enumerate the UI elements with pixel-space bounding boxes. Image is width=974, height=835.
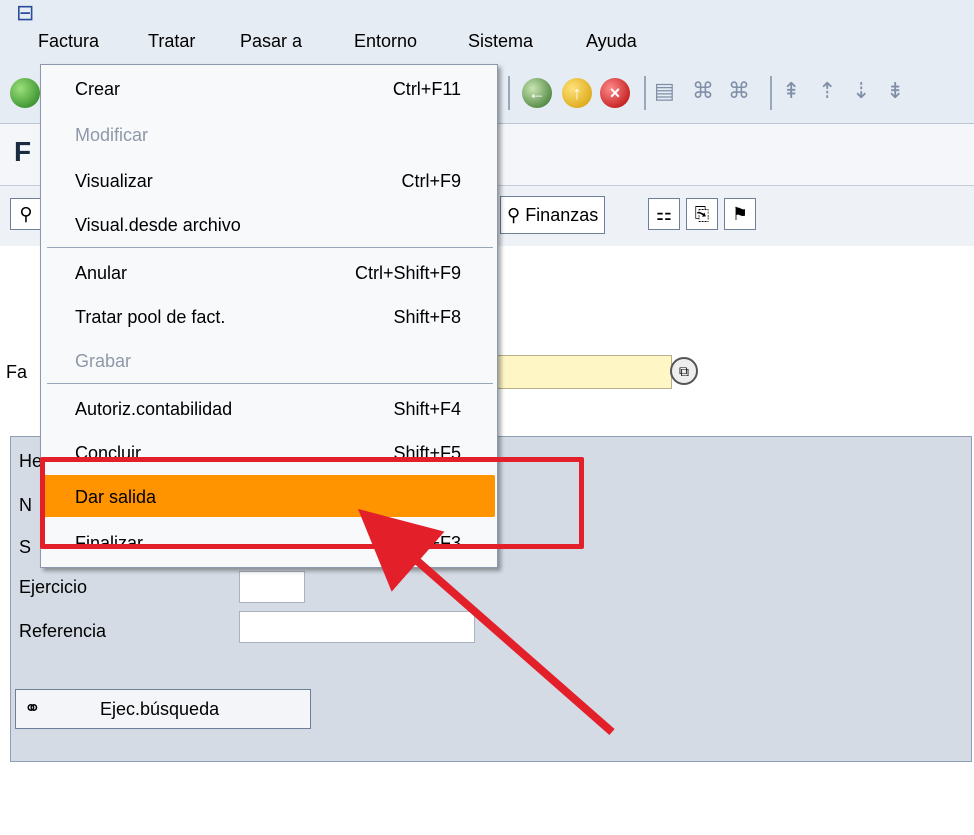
back-icon[interactable]: ←: [522, 78, 552, 108]
execute-search-label: Ejec.búsqueda: [100, 699, 220, 719]
menu-item-shortcut: Shift+F4: [393, 399, 461, 419]
menu-item-visual-desde-archivo[interactable]: Visual.desde archivo: [41, 205, 497, 243]
toolbar-separator: [508, 76, 510, 110]
menu-pasar-a[interactable]: Pasar a: [240, 31, 302, 52]
cancel-icon[interactable]: ×: [600, 78, 630, 108]
menu-item-grabar: Grabar: [41, 341, 497, 379]
menu-item-anular[interactable]: Anular Ctrl+Shift+F9: [41, 253, 497, 291]
search-help-icon[interactable]: ⧉: [670, 357, 698, 385]
enter-icon[interactable]: [10, 78, 40, 108]
find-icon[interactable]: ⌘: [692, 78, 714, 104]
print-icon[interactable]: ▤: [654, 78, 675, 104]
finanzas-label: Finanzas: [525, 205, 599, 225]
menu-item-label: Autoriz.contabilidad: [75, 399, 233, 419]
page-title: F: [14, 136, 32, 167]
toolbar-separator: [770, 76, 772, 110]
menu-item-visualizar[interactable]: Visualizar Ctrl+F9: [41, 161, 497, 199]
menu-ayuda[interactable]: Ayuda: [586, 31, 637, 52]
ejercicio-field[interactable]: [239, 571, 305, 603]
menu-item-tratar-pool[interactable]: Tratar pool de fact. Shift+F8: [41, 297, 497, 335]
selection-icon[interactable]: ⚲: [10, 198, 42, 230]
menu-item-shortcut: Shift+F8: [393, 307, 461, 327]
menu-sistema[interactable]: Sistema: [468, 31, 533, 52]
menu-item-shortcut: Ctrl+F9: [401, 171, 461, 191]
menu-item-label: Anular: [75, 263, 128, 283]
menu-entorno[interactable]: Entorno: [354, 31, 417, 52]
menu-factura[interactable]: Factura: [38, 31, 99, 52]
row-label-referencia: Referencia: [19, 621, 107, 641]
row-label-n: N: [19, 495, 32, 515]
menu-item-label: Crear: [75, 79, 121, 99]
copy-document-icon[interactable]: ⎘: [686, 198, 718, 230]
menu-item-label: Modificar: [75, 125, 149, 145]
document-flow-icon[interactable]: ⚏: [648, 198, 680, 230]
previous-page-icon[interactable]: ⇡: [818, 78, 836, 104]
group-header: He: [19, 451, 43, 471]
menu-item-shortcut: Ctrl+F11: [392, 79, 461, 99]
menu-separator: [47, 383, 493, 384]
menu-item-label: Visualizar: [75, 171, 153, 191]
menu-tratar[interactable]: Tratar: [148, 31, 195, 52]
menu-item-label: Visual.desde archivo: [75, 215, 241, 235]
finanzas-icon: ⚲: [507, 205, 526, 225]
annotation-highlight-box: [40, 457, 584, 549]
row-label-ejercicio: Ejercicio: [19, 577, 88, 597]
system-menu-icon[interactable]: ⊟: [16, 0, 34, 26]
find-next-icon[interactable]: ⌘: [728, 78, 750, 104]
referencia-field[interactable]: [239, 611, 475, 643]
menu-item-autoriz-contabilidad[interactable]: Autoriz.contabilidad Shift+F4: [41, 389, 497, 427]
menu-item-crear[interactable]: Crear Ctrl+F11: [41, 69, 497, 107]
menu-bar: ⊟ Factura Tratar Pasar a Entorno Sistema…: [0, 0, 974, 64]
next-page-icon[interactable]: ⇣: [852, 78, 870, 104]
invoice-field-label: Fa: [6, 362, 28, 382]
row-label-s: S: [19, 537, 32, 557]
flag-icon[interactable]: ⚑: [724, 198, 756, 230]
finanzas-button[interactable]: ⚲ Finanzas: [500, 196, 606, 234]
menu-item-label: Tratar pool de fact.: [75, 307, 226, 327]
execute-search-button[interactable]: ⚭ Ejec.búsqueda: [15, 689, 311, 729]
menu-separator: [47, 247, 493, 248]
menu-item-modificar: Modificar: [41, 115, 497, 153]
toolbar-separator: [644, 76, 646, 110]
menu-item-label: Grabar: [75, 351, 132, 371]
exit-icon[interactable]: ↑: [562, 78, 592, 108]
first-page-icon[interactable]: ⇞: [782, 78, 800, 104]
invoice-field[interactable]: [492, 355, 672, 389]
last-page-icon[interactable]: ⇟: [886, 78, 904, 104]
menu-item-shortcut: Ctrl+Shift+F9: [354, 263, 461, 283]
binoculars-icon: ⚭: [24, 698, 41, 720]
